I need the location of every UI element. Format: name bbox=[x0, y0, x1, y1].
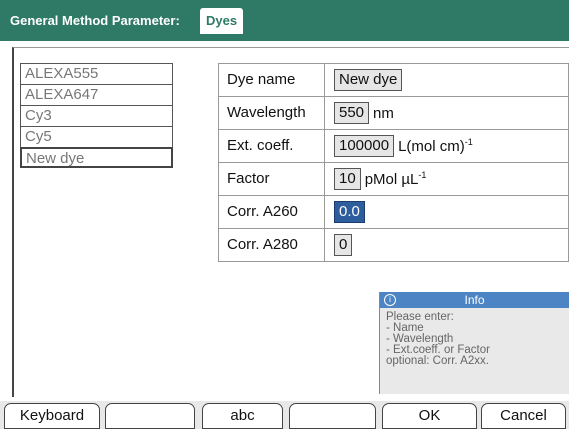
row-wavelength: Wavelength 550 nm bbox=[218, 97, 569, 130]
corr-a280-field[interactable]: 0 bbox=[334, 234, 353, 256]
dye-item-new-dye[interactable]: New dye bbox=[20, 147, 173, 168]
ok-button[interactable]: OK bbox=[382, 403, 477, 429]
row-dye-name: Dye name New dye bbox=[218, 63, 569, 97]
factor-field[interactable]: 10 bbox=[334, 168, 361, 190]
row-factor: Factor 10 pMol µL-1 bbox=[218, 163, 569, 196]
info-header: i Info bbox=[380, 292, 569, 308]
title-bar: General Method Parameter: Dyes bbox=[0, 0, 569, 41]
ext-coeff-unit: L(mol cm)-1 bbox=[398, 137, 473, 155]
abc-button[interactable]: abc bbox=[202, 403, 283, 429]
dye-name-label: Dye name bbox=[219, 64, 325, 96]
info-text: Please enter: - Name - Wavelength - Ext.… bbox=[380, 308, 569, 371]
softkey-4-button[interactable] bbox=[289, 403, 376, 429]
dye-list: ALEXA555 ALEXA647 Cy3 Cy5 New dye bbox=[20, 63, 173, 168]
dye-item-alexa555[interactable]: ALEXA555 bbox=[20, 63, 173, 84]
corr-a280-label: Corr. A280 bbox=[219, 229, 325, 261]
corr-a260-field[interactable]: 0.0 bbox=[334, 201, 365, 223]
ext-coeff-field[interactable]: 100000 bbox=[334, 135, 395, 157]
softkey-2-button[interactable] bbox=[105, 403, 195, 429]
wavelength-unit: nm bbox=[373, 104, 394, 122]
row-corr-a260: Corr. A260 0.0 bbox=[218, 196, 569, 229]
wavelength-field[interactable]: 550 bbox=[334, 102, 370, 124]
page-title: General Method Parameter: bbox=[10, 13, 180, 28]
keyboard-button[interactable]: Keyboard bbox=[4, 403, 100, 429]
dye-name-field[interactable]: New dye bbox=[334, 69, 403, 91]
dye-item-cy3[interactable]: Cy3 bbox=[20, 105, 173, 126]
dye-item-cy5[interactable]: Cy5 bbox=[20, 126, 173, 147]
info-title: Info bbox=[464, 293, 485, 307]
info-panel: i Info Please enter: - Name - Wavelength… bbox=[379, 292, 569, 394]
dye-item-alexa647[interactable]: ALEXA647 bbox=[20, 84, 173, 105]
factor-label: Factor bbox=[219, 163, 325, 195]
parameter-table: Dye name New dye Wavelength 550 nm Ext. … bbox=[218, 63, 569, 262]
row-ext-coeff: Ext. coeff. 100000 L(mol cm)-1 bbox=[218, 130, 569, 163]
softkey-bar: Keyboard abc OK Cancel bbox=[0, 401, 569, 429]
row-corr-a280: Corr. A280 0 bbox=[218, 229, 569, 262]
info-icon: i bbox=[384, 294, 396, 306]
factor-unit: pMol µL-1 bbox=[364, 170, 427, 188]
cancel-button[interactable]: Cancel bbox=[481, 403, 566, 429]
wavelength-label: Wavelength bbox=[219, 97, 325, 129]
ext-coeff-label: Ext. coeff. bbox=[219, 130, 325, 162]
corr-a260-label: Corr. A260 bbox=[219, 196, 325, 228]
tab-dyes[interactable]: Dyes bbox=[200, 8, 244, 34]
info-line: optional: Corr. A2xx. bbox=[386, 355, 489, 367]
